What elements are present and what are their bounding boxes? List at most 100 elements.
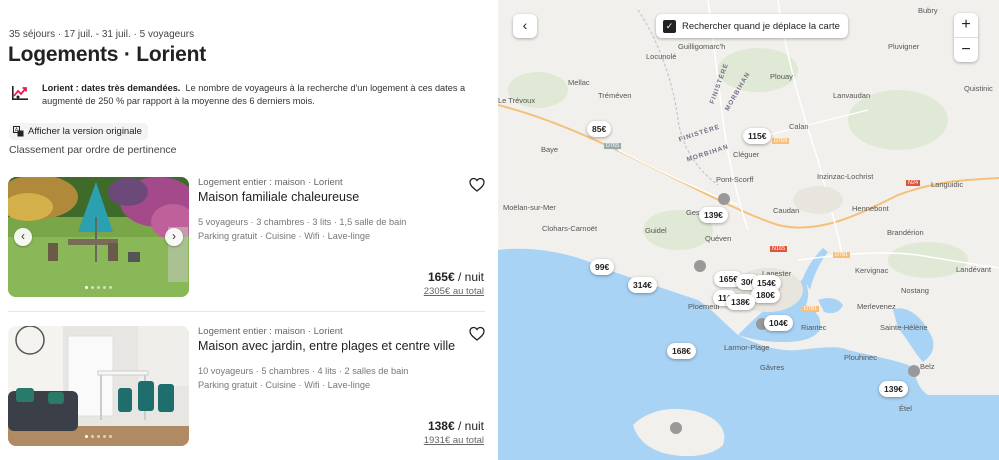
place-label: Plouay [770,72,793,81]
listing-title[interactable]: Maison familiale chaleureuse [198,190,359,204]
price-pin[interactable]: 180€ [751,287,780,303]
place-label: Guilligomarc'h [678,42,726,51]
price-pin[interactable]: 138€ [726,294,755,310]
listing-photo[interactable] [8,326,189,446]
place-label: Sainte-Hélène [880,323,928,332]
nightly-price: 165€ / nuit [428,270,484,284]
place-label: Merlevenez [857,302,896,311]
listing-capacity: 5 voyageurs · 3 chambres · 3 lits · 1,5 … [198,217,407,227]
show-original-button[interactable]: A Afficher la version originale [9,123,148,140]
road-label: D781 [833,252,851,258]
road-label: N165 [770,246,788,252]
place-label: Le Trévoux [498,96,536,105]
place-label: Riantec [801,323,827,332]
price-pin[interactable]: 85€ [587,121,612,137]
listing-card[interactable]: ‹ › Logement entier : maison · Lorient M… [8,177,485,297]
price-pin[interactable]: 314€ [628,277,657,293]
price-pin[interactable]: 115€ [743,128,772,144]
search-summary: 35 séjours · 17 juil. - 31 juil. · 5 voy… [9,29,195,40]
listing-amenities: 5 voyageurs · 3 chambres · 3 lits · 1,5 … [198,216,406,243]
previous-photo-button[interactable]: ‹ [14,228,32,246]
search-as-map-moves-label: Rechercher quand je déplace la carte [682,20,840,32]
place-label: Brandérion [887,228,924,237]
listing-type: Logement entier : maison · Lorient [198,177,343,188]
listing-divider [8,311,485,312]
place-label: Guidel [645,226,667,235]
alert-title: Lorient : dates très demandées. [42,83,181,93]
place-label: Étel [899,404,912,413]
listing-features: Parking gratuit · Cuisine · Wifi · Lave-… [198,230,371,241]
search-as-map-moves-toggle[interactable]: ✓ Rechercher quand je déplace la carte [656,14,848,38]
garden-photo [8,177,189,297]
price-pin[interactable]: 139€ [879,381,908,397]
price-pin[interactable]: 99€ [590,259,615,275]
listing-photo[interactable]: ‹ › [8,177,189,297]
road-label: D765 [604,143,622,149]
total-price-link[interactable]: 2305€ au total [424,286,484,297]
listing-title[interactable]: Maison avec jardin, entre plages et cent… [198,339,455,353]
road-label: N24 [906,180,921,186]
place-label: Mellac [568,78,590,87]
place-label: Locunolé [646,52,677,61]
price-unit: / nuit [454,419,484,433]
heart-icon[interactable] [469,177,485,193]
place-label: Plouhinec [844,353,877,362]
photo-dots [8,435,189,438]
price-pin[interactable]: 168€ [667,343,696,359]
place-label: Belz [920,362,935,371]
place-label: Clohars-Carnoët [542,224,598,233]
place-label: Tréméven [598,91,632,100]
place-label: Nostang [901,286,929,295]
heart-icon[interactable] [469,326,485,342]
page-title: Logements · Lorient [8,43,207,66]
sort-label: Classement par ordre de pertinence [9,144,177,156]
place-label: Quéven [705,234,732,243]
trending-up-icon [12,86,28,100]
place-label: Cléguer [733,150,760,159]
place-label: Pont-Scorff [716,175,754,184]
listing-type: Logement entier : maison · Lorient [198,326,343,337]
place-label: Lanvaudan [833,91,871,100]
zoom-controls: + − [954,13,978,62]
place-label: Moëlan-sur-Mer [503,203,556,212]
place-label: Languidic [931,180,964,189]
listing-capacity: 10 voyageurs · 5 chambres · 4 lits · 2 s… [198,366,409,376]
poi-marker[interactable] [908,365,920,377]
living-room-photo [8,326,189,446]
listing-features: Parking gratuit · Cuisine · Wifi · Lave-… [198,379,371,390]
back-arrow-icon[interactable]: ‹ [513,14,537,38]
poi-marker[interactable] [694,260,706,272]
checkbox-checked-icon[interactable]: ✓ [663,19,676,33]
place-label: Pluvigner [888,42,920,51]
listing-card[interactable]: Logement entier : maison · Lorient Maiso… [8,326,485,446]
alert-message: Lorient : dates très demandées. Le nombr… [42,82,482,107]
show-original-label: Afficher la version originale [28,126,142,137]
zoom-in-button[interactable]: + [954,13,978,37]
price-pin[interactable]: 139€ [699,207,728,223]
road-label: D769 [772,138,790,144]
place-label: Kervignac [855,266,889,275]
total-price-link[interactable]: 1931€ au total [424,435,484,446]
place-label: Baye [541,145,559,154]
place-label: Inzinzac-Lochrist [817,172,874,181]
price-value: 165€ [427,270,455,284]
photo-dots [8,286,189,289]
poi-marker[interactable] [670,422,682,434]
place-label: Caudan [773,206,800,215]
next-photo-button[interactable]: › [165,228,183,246]
translate-icon: A [13,126,24,137]
place-label: Bubry [918,6,938,15]
place-label: Quistinic [964,84,993,93]
poi-marker[interactable] [718,193,730,205]
price-pin[interactable]: 104€ [764,315,793,331]
zoom-out-button[interactable]: − [954,38,978,62]
price-value: 138€ [427,419,455,433]
nightly-price: 138€ / nuit [428,419,484,433]
map-panel[interactable]: Bubry Quistinic Locunolé Guilligomarc'h … [498,0,999,460]
place-label: Larmor-Plage [724,343,770,352]
place-label: Calan [789,122,809,131]
road-label: D781 [802,306,820,312]
place-label: Hennebont [852,204,889,213]
results-panel: 35 séjours · 17 juil. - 31 juil. · 5 voy… [0,0,498,460]
price-unit: / nuit [454,270,484,284]
